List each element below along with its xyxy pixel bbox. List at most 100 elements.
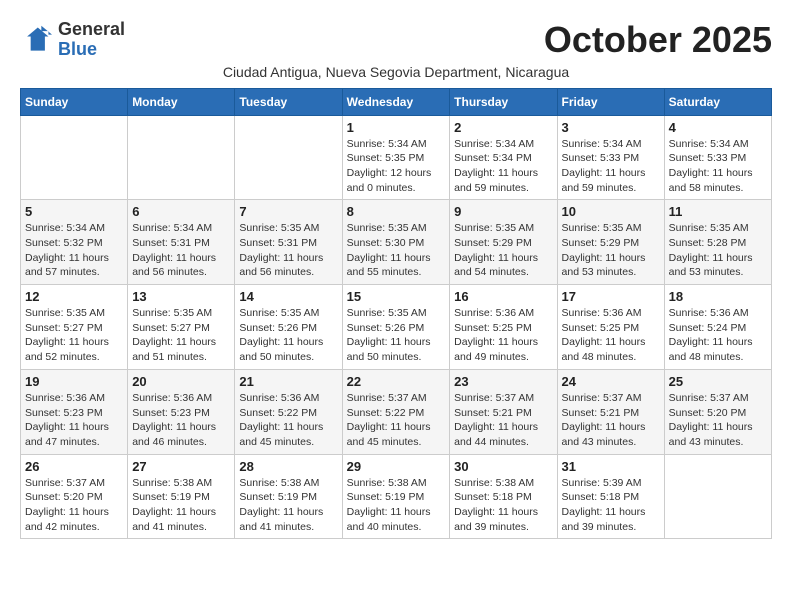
day-header-friday: Friday (557, 88, 664, 115)
day-cell: 22 Sunrise: 5:37 AM Sunset: 5:22 PM Dayli… (342, 369, 450, 454)
day-info: Sunrise: 5:37 AM Sunset: 5:20 PM Dayligh… (25, 476, 123, 535)
day-info: Sunrise: 5:35 AM Sunset: 5:30 PM Dayligh… (347, 221, 446, 280)
day-info: Sunrise: 5:34 AM Sunset: 5:33 PM Dayligh… (562, 137, 660, 196)
week-row-3: 19 Sunrise: 5:36 AM Sunset: 5:23 PM Dayli… (21, 369, 772, 454)
day-number: 5 (25, 204, 123, 219)
day-number: 21 (239, 374, 337, 389)
day-number: 3 (562, 120, 660, 135)
week-row-1: 5 Sunrise: 5:34 AM Sunset: 5:32 PM Daylig… (21, 200, 772, 285)
day-cell: 23 Sunrise: 5:37 AM Sunset: 5:21 PM Dayli… (450, 369, 557, 454)
day-info: Sunrise: 5:36 AM Sunset: 5:24 PM Dayligh… (669, 306, 767, 365)
day-info: Sunrise: 5:37 AM Sunset: 5:21 PM Dayligh… (562, 391, 660, 450)
header-row: SundayMondayTuesdayWednesdayThursdayFrid… (21, 88, 772, 115)
day-cell: 7 Sunrise: 5:35 AM Sunset: 5:31 PM Daylig… (235, 200, 342, 285)
day-cell: 9Sunrise: 5:35 AM Sunset: 5:29 PM Daylig… (450, 200, 557, 285)
day-cell: 10 Sunrise: 5:35 AM Sunset: 5:29 PM Dayli… (557, 200, 664, 285)
day-header-saturday: Saturday (664, 88, 771, 115)
day-number: 10 (562, 204, 660, 219)
day-number: 13 (132, 289, 230, 304)
day-cell: 3 Sunrise: 5:34 AM Sunset: 5:33 PM Daylig… (557, 115, 664, 200)
day-cell: 24 Sunrise: 5:37 AM Sunset: 5:21 PM Dayli… (557, 369, 664, 454)
day-number: 22 (347, 374, 446, 389)
day-cell (21, 115, 128, 200)
day-info: Sunrise: 5:37 AM Sunset: 5:22 PM Dayligh… (347, 391, 446, 450)
day-info: Sunrise: 5:36 AM Sunset: 5:25 PM Dayligh… (562, 306, 660, 365)
day-cell (235, 115, 342, 200)
logo: General Blue (20, 20, 125, 60)
week-row-4: 26 Sunrise: 5:37 AM Sunset: 5:20 PM Dayli… (21, 454, 772, 539)
logo-icon (20, 24, 52, 56)
day-info: Sunrise: 5:35 AM Sunset: 5:26 PM Dayligh… (239, 306, 337, 365)
day-number: 14 (239, 289, 337, 304)
day-info: Sunrise: 5:38 AM Sunset: 5:19 PM Dayligh… (239, 476, 337, 535)
day-cell (128, 115, 235, 200)
day-number: 19 (25, 374, 123, 389)
day-cell: 17Sunrise: 5:36 AM Sunset: 5:25 PM Dayli… (557, 285, 664, 370)
day-number: 26 (25, 459, 123, 474)
day-info: Sunrise: 5:35 AM Sunset: 5:27 PM Dayligh… (25, 306, 123, 365)
day-info: Sunrise: 5:36 AM Sunset: 5:22 PM Dayligh… (239, 391, 337, 450)
day-info: Sunrise: 5:35 AM Sunset: 5:31 PM Dayligh… (239, 221, 337, 280)
day-info: Sunrise: 5:36 AM Sunset: 5:23 PM Dayligh… (25, 391, 123, 450)
day-number: 23 (454, 374, 552, 389)
title-block: October 2025 (544, 20, 772, 60)
week-row-0: 1Sunrise: 5:34 AM Sunset: 5:35 PM Daylig… (21, 115, 772, 200)
subtitle: Ciudad Antigua, Nueva Segovia Department… (20, 64, 772, 80)
day-header-wednesday: Wednesday (342, 88, 450, 115)
day-number: 28 (239, 459, 337, 474)
day-number: 16 (454, 289, 552, 304)
day-number: 24 (562, 374, 660, 389)
day-cell: 30Sunrise: 5:38 AM Sunset: 5:18 PM Dayli… (450, 454, 557, 539)
day-info: Sunrise: 5:39 AM Sunset: 5:18 PM Dayligh… (562, 476, 660, 535)
day-info: Sunrise: 5:36 AM Sunset: 5:25 PM Dayligh… (454, 306, 552, 365)
day-header-tuesday: Tuesday (235, 88, 342, 115)
day-info: Sunrise: 5:34 AM Sunset: 5:31 PM Dayligh… (132, 221, 230, 280)
day-header-thursday: Thursday (450, 88, 557, 115)
day-number: 25 (669, 374, 767, 389)
day-number: 18 (669, 289, 767, 304)
day-cell: 29 Sunrise: 5:38 AM Sunset: 5:19 PM Dayli… (342, 454, 450, 539)
day-number: 29 (347, 459, 446, 474)
day-cell: 6Sunrise: 5:34 AM Sunset: 5:31 PM Daylig… (128, 200, 235, 285)
day-number: 30 (454, 459, 552, 474)
day-number: 27 (132, 459, 230, 474)
day-number: 11 (669, 204, 767, 219)
day-cell: 4Sunrise: 5:34 AM Sunset: 5:33 PM Daylig… (664, 115, 771, 200)
calendar: SundayMondayTuesdayWednesdayThursdayFrid… (20, 88, 772, 540)
day-number: 4 (669, 120, 767, 135)
day-cell: 8Sunrise: 5:35 AM Sunset: 5:30 PM Daylig… (342, 200, 450, 285)
day-cell: 20Sunrise: 5:36 AM Sunset: 5:23 PM Dayli… (128, 369, 235, 454)
day-cell: 18 Sunrise: 5:36 AM Sunset: 5:24 PM Dayli… (664, 285, 771, 370)
day-cell: 14 Sunrise: 5:35 AM Sunset: 5:26 PM Dayli… (235, 285, 342, 370)
day-cell: 1Sunrise: 5:34 AM Sunset: 5:35 PM Daylig… (342, 115, 450, 200)
day-cell: 27 Sunrise: 5:38 AM Sunset: 5:19 PM Dayli… (128, 454, 235, 539)
calendar-body: 1Sunrise: 5:34 AM Sunset: 5:35 PM Daylig… (21, 115, 772, 539)
day-cell: 13 Sunrise: 5:35 AM Sunset: 5:27 PM Dayli… (128, 285, 235, 370)
day-info: Sunrise: 5:35 AM Sunset: 5:29 PM Dayligh… (562, 221, 660, 280)
day-info: Sunrise: 5:35 AM Sunset: 5:26 PM Dayligh… (347, 306, 446, 365)
day-info: Sunrise: 5:37 AM Sunset: 5:20 PM Dayligh… (669, 391, 767, 450)
day-info: Sunrise: 5:34 AM Sunset: 5:32 PM Dayligh… (25, 221, 123, 280)
day-cell (664, 454, 771, 539)
day-cell: 15Sunrise: 5:35 AM Sunset: 5:26 PM Dayli… (342, 285, 450, 370)
day-cell: 12 Sunrise: 5:35 AM Sunset: 5:27 PM Dayli… (21, 285, 128, 370)
day-cell: 31Sunrise: 5:39 AM Sunset: 5:18 PM Dayli… (557, 454, 664, 539)
day-cell: 16 Sunrise: 5:36 AM Sunset: 5:25 PM Dayli… (450, 285, 557, 370)
day-cell: 2Sunrise: 5:34 AM Sunset: 5:34 PM Daylig… (450, 115, 557, 200)
day-number: 7 (239, 204, 337, 219)
month-title: October 2025 (544, 20, 772, 60)
day-cell: 21 Sunrise: 5:36 AM Sunset: 5:22 PM Dayli… (235, 369, 342, 454)
day-info: Sunrise: 5:36 AM Sunset: 5:23 PM Dayligh… (132, 391, 230, 450)
day-info: Sunrise: 5:38 AM Sunset: 5:19 PM Dayligh… (132, 476, 230, 535)
day-info: Sunrise: 5:37 AM Sunset: 5:21 PM Dayligh… (454, 391, 552, 450)
day-header-monday: Monday (128, 88, 235, 115)
day-cell: 25 Sunrise: 5:37 AM Sunset: 5:20 PM Dayli… (664, 369, 771, 454)
day-number: 12 (25, 289, 123, 304)
day-cell: 5 Sunrise: 5:34 AM Sunset: 5:32 PM Daylig… (21, 200, 128, 285)
page-header: General Blue October 2025 (20, 20, 772, 60)
logo-text: General Blue (58, 20, 125, 60)
day-info: Sunrise: 5:35 AM Sunset: 5:27 PM Dayligh… (132, 306, 230, 365)
week-row-2: 12 Sunrise: 5:35 AM Sunset: 5:27 PM Dayli… (21, 285, 772, 370)
day-info: Sunrise: 5:38 AM Sunset: 5:19 PM Dayligh… (347, 476, 446, 535)
day-number: 9 (454, 204, 552, 219)
